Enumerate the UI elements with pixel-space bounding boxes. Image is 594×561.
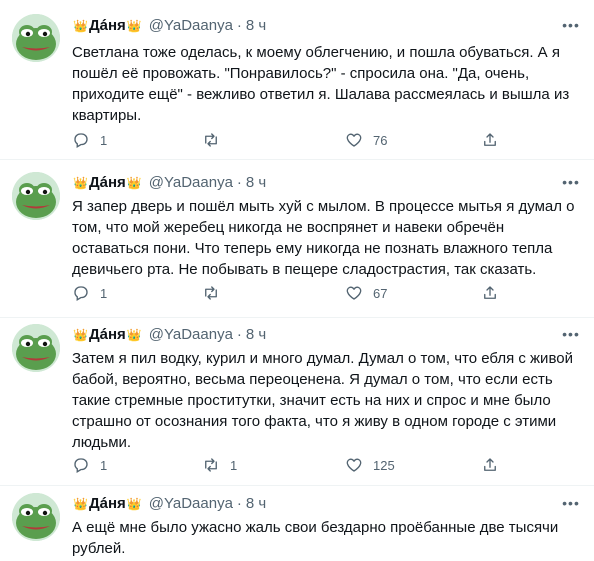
tweet-actions: 1 67 <box>62 283 502 303</box>
author-handle[interactable]: @YaDaanya <box>149 16 233 36</box>
avatar[interactable] <box>12 172 60 220</box>
tweet[interactable]: 👑 Дáня 👑 @YaDaanya · 8 ч ••• Затем я пил… <box>0 318 594 486</box>
author-name[interactable]: Дáня <box>89 494 126 514</box>
timestamp[interactable]: 8 ч <box>246 16 266 36</box>
author-handle[interactable]: @YaDaanya <box>149 173 233 193</box>
tweet[interactable]: 👑 Дáня 👑 @YaDaanya · 8 ч ••• Светлана то… <box>0 0 594 160</box>
separator: · <box>236 17 242 34</box>
author-name[interactable]: Дáня <box>89 16 126 36</box>
pepe-frog-avatar-image <box>12 172 60 220</box>
tweet-feed: 👑 Дáня 👑 @YaDaanya · 8 ч ••• Светлана то… <box>0 0 594 561</box>
tweet-text: А ещё мне было ужасно жаль свои бездарно… <box>72 519 559 557</box>
tweet[interactable]: 👑 Дáня 👑 @YaDaanya · 8 ч ••• Я запер две… <box>0 160 594 318</box>
author-handle[interactable]: @YaDaanya <box>149 325 233 345</box>
share-button[interactable] <box>481 455 509 475</box>
timestamp[interactable]: 8 ч <box>246 494 266 514</box>
avatar[interactable] <box>12 493 60 541</box>
tweet-header: 👑 Дáня 👑 @YaDaanya · 8 ч <box>72 16 266 36</box>
like-button[interactable]: 76 <box>345 130 387 150</box>
separator: · <box>236 174 242 191</box>
reply-icon <box>74 458 88 473</box>
crown-icon: 👑 <box>126 176 142 190</box>
crown-icon: 👑 <box>73 176 88 190</box>
heart-icon <box>346 458 362 472</box>
reply-icon <box>74 286 88 301</box>
tweet-text: Я запер дверь и пошёл мыть хуй с мылом. … <box>72 198 575 278</box>
retweet-icon <box>205 458 217 472</box>
heart-icon <box>346 286 362 300</box>
share-icon <box>484 458 496 471</box>
retweet-button[interactable] <box>202 130 230 150</box>
reply-count: 1 <box>100 457 108 473</box>
retweet-count: 1 <box>230 457 238 473</box>
tweet-header: 👑 Дáня 👑 @YaDaanya · 8 ч <box>72 494 266 514</box>
reply-count: 1 <box>100 285 108 301</box>
author-name[interactable]: Дáня <box>89 173 126 193</box>
author-name[interactable]: Дáня <box>89 325 126 345</box>
more-icon[interactable]: ••• <box>562 16 580 34</box>
author-handle[interactable]: @YaDaanya <box>149 494 233 514</box>
separator: · <box>236 495 242 512</box>
retweet-icon <box>205 286 217 300</box>
like-count: 125 <box>373 457 395 473</box>
reply-icon <box>74 133 88 148</box>
timestamp[interactable]: 8 ч <box>246 173 266 193</box>
retweet-button[interactable]: 1 <box>202 455 237 475</box>
tweet[interactable]: 👑 Дáня 👑 @YaDaanya · 8 ч ••• А ещё мне б… <box>0 486 594 561</box>
like-button[interactable]: 125 <box>345 455 395 475</box>
avatar[interactable] <box>12 14 60 62</box>
crown-icon: 👑 <box>126 19 142 33</box>
crown-icon: 👑 <box>73 328 88 342</box>
tweet-header: 👑 Дáня 👑 @YaDaanya · 8 ч <box>72 173 266 193</box>
retweet-icon <box>205 133 217 147</box>
crown-icon: 👑 <box>126 328 142 342</box>
more-icon[interactable]: ••• <box>562 173 580 191</box>
tweet-header: 👑 Дáня 👑 @YaDaanya · 8 ч <box>72 325 266 345</box>
pepe-frog-avatar-image <box>12 324 60 372</box>
like-count: 67 <box>373 285 388 301</box>
separator: · <box>236 326 242 343</box>
reply-count: 1 <box>100 132 108 148</box>
crown-icon: 👑 <box>73 19 88 33</box>
more-icon[interactable]: ••• <box>562 494 580 512</box>
heart-icon <box>346 133 362 147</box>
more-icon[interactable]: ••• <box>562 325 580 343</box>
like-button[interactable]: 67 <box>345 283 387 303</box>
tweet-text: Светлана тоже оделась, к моему облегчени… <box>72 44 570 124</box>
tweet-text: Затем я пил водку, курил и много думал. … <box>72 350 573 451</box>
avatar[interactable] <box>12 324 60 372</box>
share-icon <box>484 286 496 299</box>
share-button[interactable] <box>481 130 509 150</box>
pepe-frog-avatar-image <box>12 14 60 62</box>
pepe-frog-avatar-image <box>12 493 60 541</box>
share-icon <box>484 133 496 146</box>
timestamp[interactable]: 8 ч <box>246 325 266 345</box>
crown-icon: 👑 <box>126 497 142 511</box>
retweet-button[interactable] <box>202 283 230 303</box>
reply-button[interactable]: 1 <box>72 283 107 303</box>
like-count: 76 <box>373 132 388 148</box>
reply-button[interactable]: 1 <box>72 130 107 150</box>
tweet-actions: 1 1 125 <box>62 455 502 475</box>
reply-button[interactable]: 1 <box>72 455 107 475</box>
crown-icon: 👑 <box>73 497 88 511</box>
share-button[interactable] <box>481 283 509 303</box>
tweet-actions: 1 76 <box>62 130 502 150</box>
